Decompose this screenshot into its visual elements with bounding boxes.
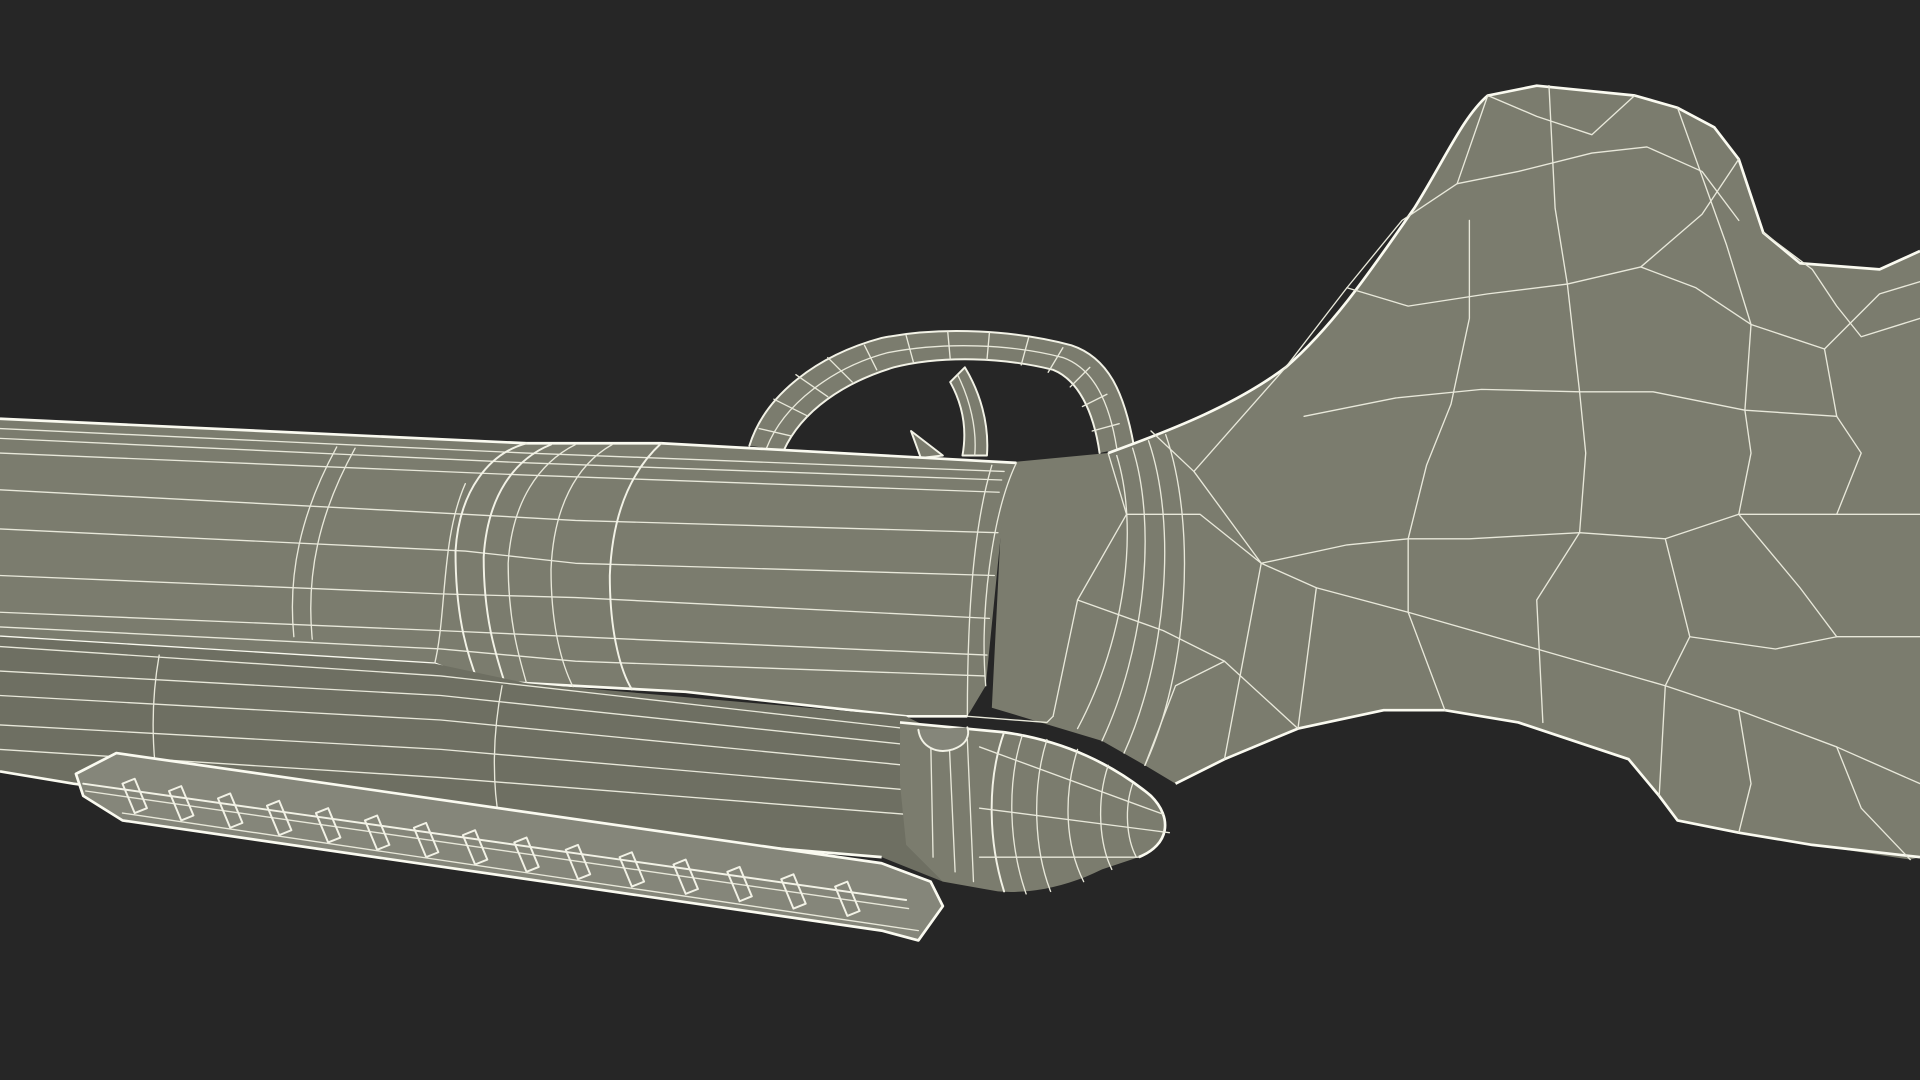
rifle-stock — [991, 84, 1920, 861]
trigger — [910, 366, 989, 459]
wireframe-rifle-render — [0, 84, 1920, 942]
render-viewport — [0, 0, 1920, 1080]
trigger-guard — [748, 330, 1135, 455]
